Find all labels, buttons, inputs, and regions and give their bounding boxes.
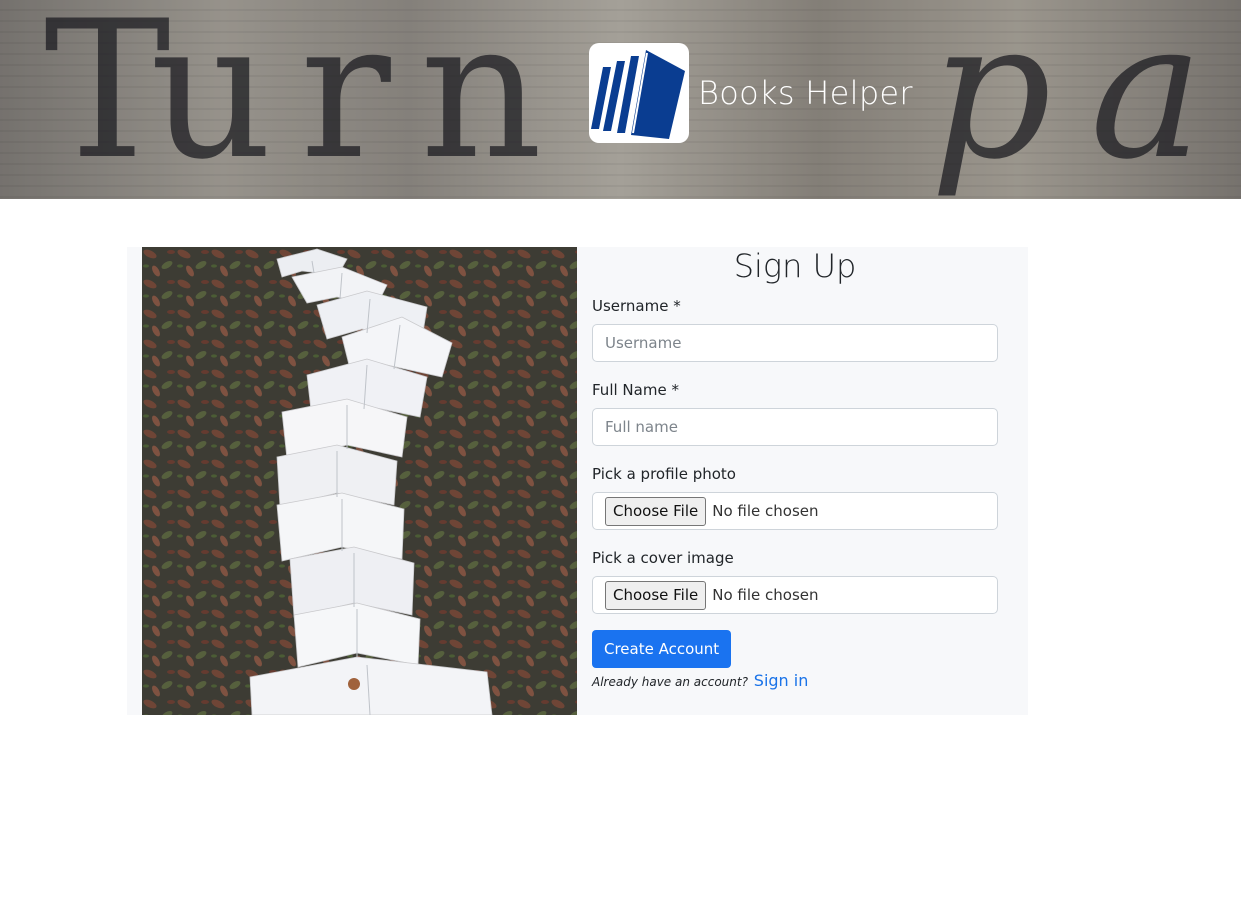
profile-photo-file-input[interactable]: Choose File No file chosen: [592, 492, 998, 530]
profile-photo-status: No file chosen: [712, 502, 819, 520]
cover-image-status: No file chosen: [712, 586, 819, 604]
have-account-text: Already have an account?: [592, 675, 748, 689]
books-path-image: [142, 247, 577, 715]
profile-photo-choose-button[interactable]: Choose File: [605, 496, 707, 526]
page-title: Sign Up: [733, 247, 857, 285]
username-label: Username *: [592, 297, 681, 315]
signup-form: Sign Up Username * Full Name * Pick a pr…: [592, 247, 998, 690]
fullname-label: Full Name *: [592, 381, 679, 399]
cover-image-choose-button[interactable]: Choose File: [605, 580, 707, 610]
cover-image-file-input[interactable]: Choose File No file chosen: [592, 576, 998, 614]
fullname-input[interactable]: [592, 408, 998, 446]
profile-photo-label: Pick a profile photo: [592, 465, 736, 483]
signup-panel: Sign Up Username * Full Name * Pick a pr…: [127, 247, 1028, 715]
brand[interactable]: Books Helper: [589, 43, 913, 143]
header-banner: T u r n p a Books Helper: [0, 0, 1241, 199]
brand-name: Books Helper: [698, 74, 913, 112]
username-input[interactable]: [592, 324, 998, 362]
signin-link[interactable]: Sign in: [754, 671, 809, 690]
signin-prompt: Already have an account? Sign in: [592, 671, 998, 690]
books-logo-icon: [589, 43, 689, 143]
cover-image-label: Pick a cover image: [592, 549, 734, 567]
create-account-button[interactable]: Create Account: [592, 630, 732, 668]
